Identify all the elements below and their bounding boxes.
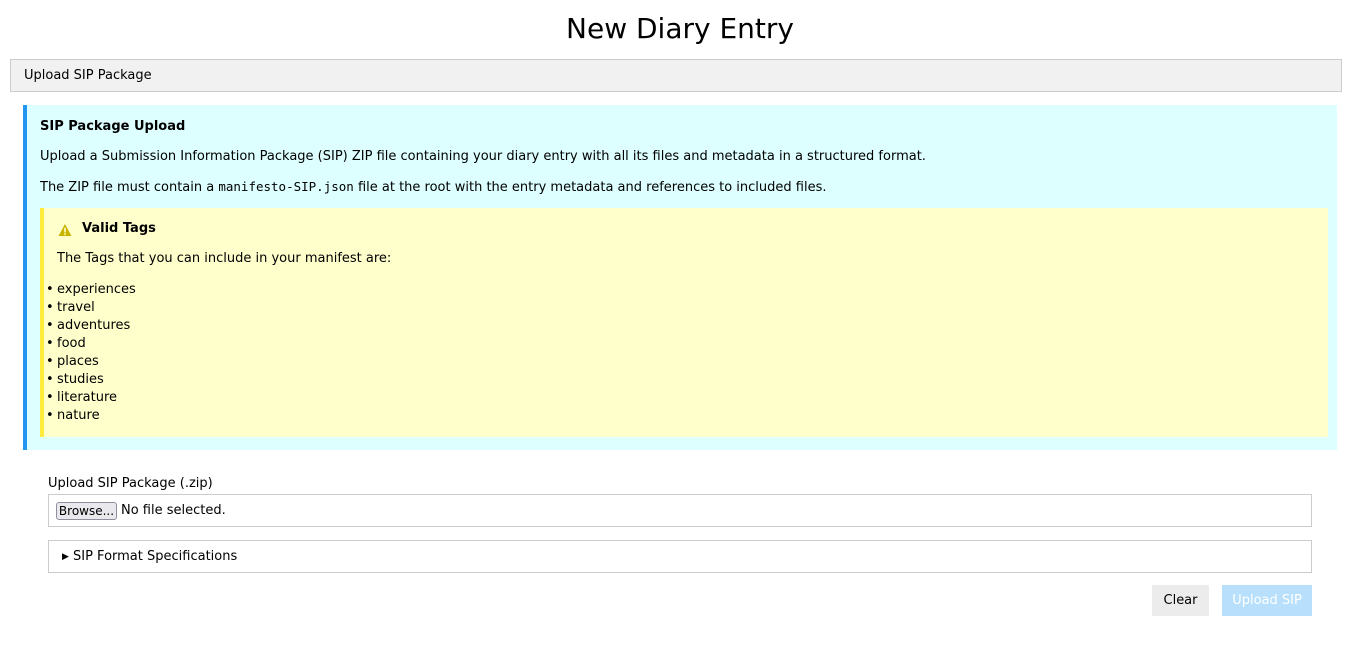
sip-info-panel: SIP Package Upload Upload a Submission I… — [23, 105, 1337, 450]
list-item: experiences — [46, 281, 136, 299]
tab-label: Upload SIP Package — [24, 68, 152, 83]
info-description: Upload a Submission Information Package … — [40, 149, 926, 164]
list-item: travel — [46, 299, 136, 317]
details-summary-label: SIP Format Specifications — [73, 549, 238, 564]
list-item: nature — [46, 407, 136, 425]
disclosure-triangle-icon: ▶ — [62, 552, 69, 562]
browse-button[interactable]: Browse... — [56, 502, 117, 520]
valid-tags-description: The Tags that you can include in your ma… — [57, 251, 392, 266]
info-manifest-note: The ZIP file must contain a manifesto-SI… — [40, 179, 827, 196]
list-item: adventures — [46, 317, 136, 335]
list-item: food — [46, 335, 136, 353]
manifest-note-suffix: file at the root with the entry metadata… — [353, 180, 827, 195]
warning-triangle-icon — [58, 224, 72, 236]
sip-file-input[interactable]: Browse... No file selected. — [48, 494, 1312, 527]
valid-tags-panel: Valid Tags The Tags that you can include… — [40, 208, 1328, 437]
info-title: SIP Package Upload — [40, 119, 186, 134]
details-summary[interactable]: ▶ SIP Format Specifications — [62, 549, 237, 565]
upload-field-label: Upload SIP Package (.zip) — [48, 476, 213, 491]
page-title: New Diary Entry — [566, 12, 794, 45]
tab-upload-sip-package[interactable]: Upload SIP Package — [10, 59, 1342, 92]
clear-button[interactable]: Clear — [1152, 585, 1209, 616]
list-item: literature — [46, 389, 136, 407]
manifest-filename: manifesto-SIP.json — [218, 179, 354, 194]
manifest-note-prefix: The ZIP file must contain a — [40, 180, 219, 195]
valid-tags-title: Valid Tags — [82, 221, 156, 236]
list-item: studies — [46, 371, 136, 389]
file-status: No file selected. — [121, 503, 226, 518]
upload-sip-button[interactable]: Upload SIP — [1222, 585, 1312, 616]
sip-format-specifications[interactable]: ▶ SIP Format Specifications — [48, 540, 1312, 573]
tag-list: experiences travel adventures food place… — [46, 281, 136, 425]
list-item: places — [46, 353, 136, 371]
